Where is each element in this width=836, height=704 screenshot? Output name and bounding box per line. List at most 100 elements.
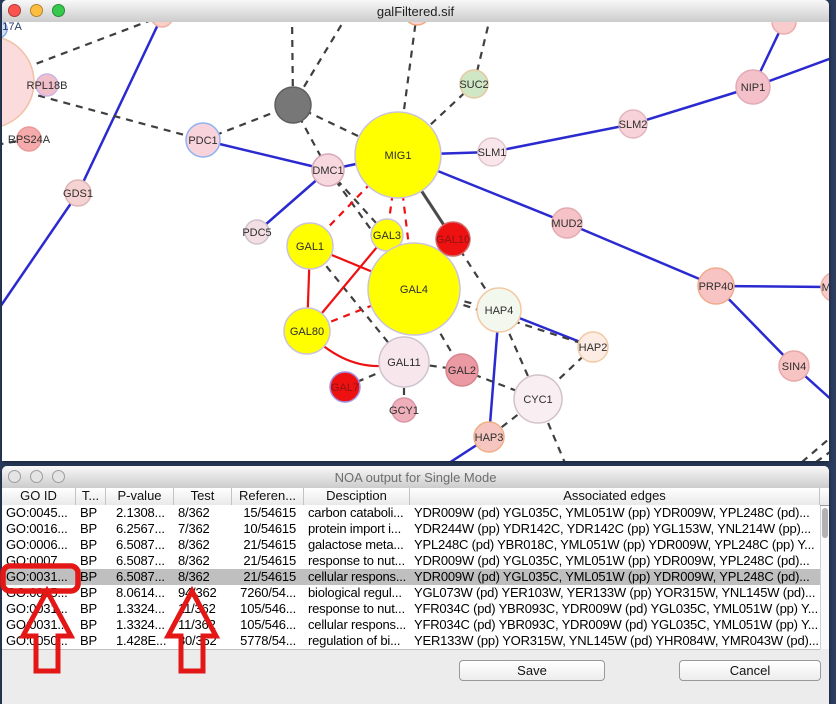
cell: 8.0614... [106, 585, 174, 601]
cell: GO:0006... [2, 537, 76, 553]
column-header-go-id[interactable]: GO ID [2, 488, 76, 505]
node-label: GAL1 [296, 241, 324, 253]
minimize-button[interactable] [30, 470, 43, 483]
table-row[interactable]: GO:0045...BP2.1308...8/36215/54615carbon… [2, 505, 820, 521]
node-label: HAP3 [475, 432, 504, 444]
cell: GO:0065... [2, 585, 76, 601]
vertical-scrollbar[interactable] [820, 506, 829, 649]
table-row[interactable]: GO:0016...BP6.2567...7/36210/54615protei… [2, 521, 820, 537]
cell: GO:0007... [2, 553, 76, 569]
column-header-referen[interactable]: Referen... [232, 488, 304, 505]
cell: YFR034C (pd) YBR093C, YDR009W (pd) YGL03… [410, 617, 820, 633]
node-label: SLM2 [619, 119, 648, 131]
window-title: galFiltered.sif [377, 4, 454, 19]
cell: 21/54615 [232, 537, 304, 553]
cell: 21/54615 [232, 553, 304, 569]
cell: 8/362 [174, 553, 232, 569]
column-header-test[interactable]: Test [174, 488, 232, 505]
node-label: SLM1 [478, 147, 507, 159]
cell: 6.5087... [106, 569, 174, 585]
cell: 1.428E... [106, 633, 174, 649]
node-label: GDS1 [63, 188, 93, 200]
close-button[interactable] [8, 470, 21, 483]
cell: YGL073W (pd) YER103W, YER133W (pp) YOR31… [410, 585, 820, 601]
zoom-button[interactable] [52, 470, 65, 483]
node-label: MUD2 [551, 218, 582, 230]
minimize-button[interactable] [30, 4, 43, 17]
cell: carbon cataboli... [304, 505, 410, 521]
cell: YDR244W (pp) YDR142C, YDR142C (pp) YGL15… [410, 521, 820, 537]
table-row[interactable]: GO:0065...BP8.0614...94/3627260/54...bio… [2, 585, 820, 601]
node-label: GCY1 [389, 405, 419, 417]
column-header-t[interactable]: T... [76, 488, 106, 505]
cell: 6.5087... [106, 537, 174, 553]
edge-blue [203, 140, 328, 170]
cell: response to nut... [304, 601, 410, 617]
table-row[interactable]: GO:0050...BP1.428E...80/3625778/54...reg… [2, 633, 820, 649]
node-label: NIP1 [741, 82, 765, 94]
cell: protein import i... [304, 521, 410, 537]
noa-results-table: GO:0045...BP2.1308...8/36215/54615carbon… [2, 505, 820, 650]
node-top-cut-1[interactable] [151, 22, 173, 27]
noa-window-titlebar[interactable]: NOA output for Single Mode [2, 466, 829, 489]
window-title: NOA output for Single Mode [335, 470, 497, 485]
node-top-cut-3[interactable] [772, 22, 796, 34]
cell: YPL248C (pd) YBR018C, YML051W (pp) YDR00… [410, 537, 820, 553]
cell: 10/54615 [232, 521, 304, 537]
cell: 94/362 [174, 585, 232, 601]
cancel-button[interactable]: Cancel [679, 660, 821, 681]
edge-blue [633, 87, 753, 124]
node-label: DMC1 [312, 165, 343, 177]
node-label: GAL80 [290, 326, 324, 338]
cell: BP [76, 601, 106, 617]
zoom-button[interactable] [52, 4, 65, 17]
cell: GO:0016... [2, 521, 76, 537]
node-top-cut-2[interactable] [404, 22, 430, 25]
close-button[interactable] [8, 4, 21, 17]
node-label: PDC5 [242, 227, 271, 239]
cell: YDR009W (pd) YGL035C, YML051W (pp) YDR00… [410, 505, 820, 521]
cell: 80/362 [174, 633, 232, 649]
network-window: galFiltered.sif 17ARPL18BRPS24AGDS1PDC1M… [2, 0, 829, 461]
node-label: MIG1 [385, 150, 412, 162]
traffic-lights [8, 4, 65, 17]
cell: cellular respons... [304, 569, 410, 585]
table-row[interactable]: GO:0006...BP6.5087...8/36221/54615galact… [2, 537, 820, 553]
cell: GO:0031... [2, 569, 76, 585]
column-header-desciption[interactable]: Desciption [304, 488, 410, 505]
node-label: GAL3 [373, 230, 401, 242]
node-label: GAL4 [400, 284, 428, 296]
cell: YDR009W (pd) YGL035C, YML051W (pp) YDR00… [410, 569, 820, 585]
edge-blue [567, 223, 716, 286]
cell: BP [76, 569, 106, 585]
cell: 6.5087... [106, 553, 174, 569]
node-label: SUC2 [459, 79, 488, 91]
table-row[interactable]: GO:0031...BP6.5087...8/36221/54615cellul… [2, 569, 820, 585]
node-label: GAL10 [436, 234, 470, 246]
column-header-p-value[interactable]: P-value [106, 488, 174, 505]
cell: 15/54615 [232, 505, 304, 521]
cell: 8/362 [174, 569, 232, 585]
cell: 8/362 [174, 537, 232, 553]
edge-blue [492, 124, 633, 152]
cell: 8/362 [174, 505, 232, 521]
node-label: RPL18B [27, 80, 68, 92]
table-row[interactable]: GO:0031...BP1.3324...11/362105/546...res… [2, 601, 820, 617]
table-header: GO IDT...P-valueTestReferen...Desciption… [2, 488, 829, 506]
node-label: HAP2 [579, 342, 608, 354]
scrollbar-thumb[interactable] [822, 508, 828, 538]
column-header-associated-edges[interactable]: Associated edges [410, 488, 820, 505]
network-canvas[interactable]: 17ARPL18BRPS24AGDS1PDC1MIG1DMC1SUC2SLM1S… [2, 22, 829, 461]
node-label: GAL7 [331, 382, 359, 394]
edge-dash [816, 452, 829, 461]
save-button[interactable]: Save [459, 660, 605, 681]
table-row[interactable]: GO:0007...BP6.5087...8/36221/54615respon… [2, 553, 820, 569]
node-label: RPS24A [8, 134, 51, 146]
cell: 1.3324... [106, 617, 174, 633]
table-row[interactable]: GO:0031...BP1.3324...11/362105/546...cel… [2, 617, 820, 633]
edge-blue [2, 193, 78, 310]
cell: GO:0045... [2, 505, 76, 521]
node-gray-node[interactable] [275, 87, 311, 123]
cell: BP [76, 617, 106, 633]
network-window-titlebar[interactable]: galFiltered.sif [2, 0, 829, 23]
